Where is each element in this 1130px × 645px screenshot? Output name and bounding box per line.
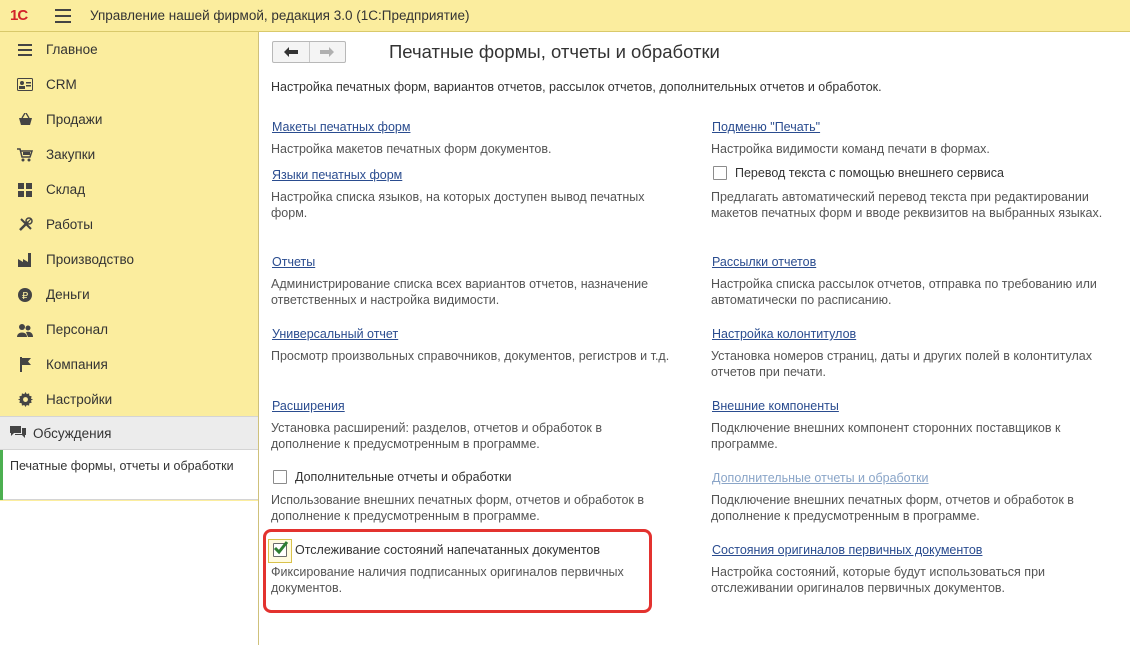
headers-footers-link[interactable]: Настройка колонтитулов	[712, 327, 856, 341]
headers-footers-note: Установка номеров страниц, даты и других…	[711, 349, 1092, 379]
sidebar-item-money[interactable]: ₽ Деньги	[0, 277, 258, 312]
app-title: Управление нашей фирмой, редакция 3.0 (1…	[90, 8, 470, 23]
universal-report-note: Просмотр произвольных справочников, доку…	[271, 349, 670, 363]
sidebar-item-label: Настройки	[46, 392, 113, 407]
factory-icon	[17, 252, 33, 268]
main-menu-icon[interactable]	[55, 9, 71, 23]
cart-icon	[17, 147, 33, 163]
sidebar-item-crm[interactable]: CRM	[0, 67, 258, 102]
sidebar-item-settings[interactable]: Настройки	[0, 382, 258, 417]
app-logo[interactable]: 1С	[10, 7, 28, 24]
sidebar-item-sales[interactable]: Продажи	[0, 102, 258, 137]
open-window-tab[interactable]: Печатные формы, отчеты и обработки	[0, 450, 258, 500]
back-button[interactable]	[273, 42, 309, 62]
tools-icon	[17, 217, 33, 233]
page-title: Печатные формы, отчеты и обработки	[389, 41, 720, 62]
sidebar-item-personnel[interactable]: Персонал	[0, 312, 258, 347]
contact-card-icon	[17, 77, 33, 93]
translate-service-checkbox[interactable]: Перевод текста с помощью внешнего сервис…	[713, 166, 1004, 180]
sidebar-item-label: Закупки	[46, 147, 96, 162]
sidebar-item-warehouse[interactable]: Склад	[0, 172, 258, 207]
report-mailing-link[interactable]: Рассылки отчетов	[712, 255, 816, 269]
additional-reports-link[interactable]: Дополнительные отчеты и обработки	[712, 471, 929, 485]
sidebar-item-label: Продажи	[46, 112, 103, 127]
sidebar-item-label: Персонал	[46, 322, 108, 337]
gear-icon	[17, 392, 33, 408]
universal-report-link[interactable]: Универсальный отчет	[272, 327, 398, 341]
additional-reports-label: Дополнительные отчеты и обработки	[295, 470, 512, 484]
sidebar-item-main[interactable]: Главное	[0, 32, 258, 67]
sidebar-item-company[interactable]: Компания	[0, 347, 258, 382]
history-nav	[272, 41, 346, 63]
checkbox-box-checked[interactable]	[273, 541, 289, 557]
page-description: Настройка печатных форм, вариантов отчет…	[271, 80, 882, 94]
checkbox-box[interactable]	[273, 470, 287, 484]
print-submenu-link[interactable]: Подменю "Печать"	[712, 120, 820, 134]
sidebar-item-label: CRM	[46, 77, 77, 92]
sidebar-item-label: Главное	[46, 42, 98, 57]
sidebar-empty-area	[0, 501, 258, 645]
original-states-note: Настройка состояний, которые будут испол…	[711, 565, 1046, 595]
flag-icon	[17, 357, 33, 373]
discussions-button[interactable]: Обсуждения	[0, 416, 258, 450]
additional-reports-note: Использование внешних печатных форм, отч…	[271, 493, 645, 523]
menu-lines-icon	[17, 42, 33, 58]
print-tracking-checkbox[interactable]: Отслеживание состояний напечатанных доку…	[273, 541, 600, 557]
translate-service-label: Перевод текста с помощью внешнего сервис…	[735, 166, 1004, 180]
print-submenu-note: Настройка видимости команд печати в форм…	[711, 142, 990, 156]
reports-link[interactable]: Отчеты	[272, 255, 315, 269]
main-form: Печатные формы, отчеты и обработки Настр…	[260, 32, 1130, 645]
checkbox-box[interactable]	[713, 166, 727, 180]
forward-button[interactable]	[308, 42, 345, 62]
reports-note: Администрирование списка всех вариантов …	[271, 277, 649, 307]
chat-bubble-icon	[10, 425, 26, 441]
title-bar: 1С Управление нашей фирмой, редакция 3.0…	[0, 0, 1130, 32]
basket-icon	[17, 112, 33, 128]
additional-reports-checkbox[interactable]: Дополнительные отчеты и обработки	[273, 470, 512, 484]
external-components-link[interactable]: Внешние компоненты	[712, 399, 839, 413]
sidebar-item-label: Производство	[46, 252, 135, 267]
checkmark-icon	[273, 541, 289, 555]
coin-icon: ₽	[17, 287, 33, 303]
print-templates-link[interactable]: Макеты печатных форм	[272, 120, 410, 134]
sidebar-item-label: Компания	[46, 357, 108, 372]
extensions-note: Установка расширений: разделов, отчетов …	[271, 421, 602, 451]
arrow-left-icon	[283, 47, 298, 57]
report-mailing-note: Настройка списка рассылок отчетов, отпра…	[711, 277, 1097, 307]
sidebar-item-purchases[interactable]: Закупки	[0, 137, 258, 172]
active-indicator	[0, 450, 3, 500]
print-templates-note: Настройка макетов печатных форм документ…	[271, 142, 552, 156]
discussions-label: Обсуждения	[33, 425, 112, 441]
sidebar-item-label: Склад	[46, 182, 86, 197]
arrow-right-icon	[320, 47, 335, 57]
open-window-label: Печатные формы, отчеты и обработки	[10, 459, 234, 473]
translate-service-note: Предлагать автоматический перевод текста…	[711, 190, 1103, 220]
print-tracking-note: Фиксирование наличия подписанных оригина…	[271, 565, 624, 595]
print-tracking-label: Отслеживание состояний напечатанных доку…	[295, 543, 600, 557]
extensions-link[interactable]: Расширения	[272, 399, 345, 413]
sidebar-item-works[interactable]: Работы	[0, 207, 258, 242]
people-icon	[17, 322, 33, 338]
sections-panel: Главное CRM Продажи Закупки Склад Работы	[0, 32, 259, 645]
print-languages-note: Настройка списка языков, на которых дост…	[271, 190, 645, 220]
grid-icon	[17, 182, 33, 198]
sidebar-item-production[interactable]: Производство	[0, 242, 258, 277]
print-languages-link[interactable]: Языки печатных форм	[272, 168, 402, 182]
svg-text:₽: ₽	[22, 291, 29, 302]
original-states-link[interactable]: Состояния оригиналов первичных документо…	[712, 543, 982, 557]
sidebar-item-label: Деньги	[46, 287, 90, 302]
additional-reports-right-note: Подключение внешних печатных форм, отчет…	[711, 493, 1074, 523]
sidebar-item-label: Работы	[46, 217, 93, 232]
external-components-note: Подключение внешних компонент сторонних …	[711, 421, 1061, 451]
